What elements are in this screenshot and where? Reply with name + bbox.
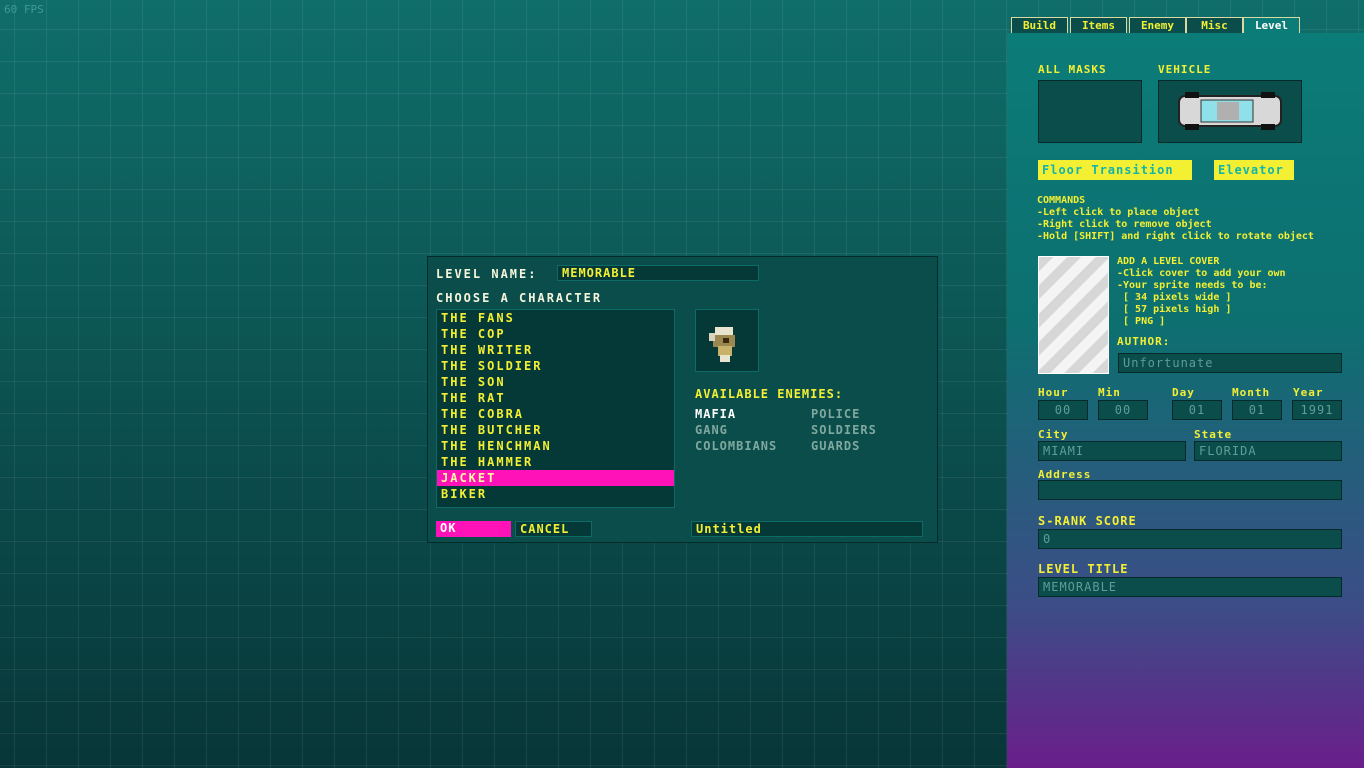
srank-score-input[interactable]: 0: [1038, 529, 1342, 549]
character-item-jacket[interactable]: JACKET: [437, 470, 674, 486]
day-label: Day: [1172, 386, 1195, 399]
character-item-cobra[interactable]: THE COBRA: [437, 406, 674, 422]
enemy-gang: GANG: [695, 423, 728, 437]
tab-items[interactable]: Items: [1070, 17, 1127, 33]
vehicle-box[interactable]: [1158, 80, 1302, 143]
cover-line-5: [ PNG ]: [1117, 316, 1166, 327]
cancel-button[interactable]: CANCEL: [515, 521, 592, 537]
all-masks-label: ALL MASKS: [1038, 63, 1107, 76]
character-list[interactable]: THE FANS THE COP THE WRITER THE SOLDIER …: [436, 309, 675, 508]
file-name-field[interactable]: Untitled: [691, 521, 923, 537]
character-portrait: [695, 309, 759, 372]
level-name-input[interactable]: MEMORABLE: [557, 265, 759, 281]
character-item-henchman[interactable]: THE HENCHMAN: [437, 438, 674, 454]
commands-title: COMMANDS: [1037, 195, 1086, 206]
author-input[interactable]: Unfortunate: [1118, 353, 1342, 373]
jacket-sprite-icon: [709, 327, 735, 362]
cover-title: ADD A LEVEL COVER: [1117, 256, 1220, 267]
month-label: Month: [1232, 386, 1271, 399]
command-line-2: -Right click to remove object: [1037, 219, 1212, 230]
year-input[interactable]: 1991: [1292, 400, 1342, 420]
command-line-1: -Left click to place object: [1037, 207, 1200, 218]
character-item-biker[interactable]: BIKER: [437, 486, 674, 502]
tab-enemy[interactable]: Enemy: [1129, 17, 1186, 33]
fps-counter: 60 FPS: [4, 3, 44, 16]
min-input[interactable]: 00: [1098, 400, 1148, 420]
character-item-writer[interactable]: THE WRITER: [437, 342, 674, 358]
level-cover-box[interactable]: [1038, 256, 1109, 374]
level-name-label: LEVEL NAME:: [436, 267, 538, 281]
character-item-fans[interactable]: THE FANS: [437, 310, 674, 326]
month-input[interactable]: 01: [1232, 400, 1282, 420]
day-input[interactable]: 01: [1172, 400, 1222, 420]
city-label: City: [1038, 428, 1069, 441]
level-settings-panel: ALL MASKS VEHICLE Floor Transition Eleva…: [1007, 33, 1364, 768]
character-item-rat[interactable]: THE RAT: [437, 390, 674, 406]
character-item-hammer[interactable]: THE HAMMER: [437, 454, 674, 470]
level-title-input[interactable]: MEMORABLE: [1038, 577, 1342, 597]
car-icon: [1178, 92, 1282, 130]
tab-build[interactable]: Build: [1011, 17, 1068, 33]
city-input[interactable]: MIAMI: [1038, 441, 1186, 461]
character-item-butcher[interactable]: THE BUTCHER: [437, 422, 674, 438]
state-input[interactable]: FLORIDA: [1194, 441, 1342, 461]
cover-line-4: [ 57 pixels high ]: [1117, 304, 1232, 315]
level-title-label: LEVEL TITLE: [1038, 562, 1129, 576]
enemy-colombians: COLOMBIANS: [695, 439, 778, 453]
all-masks-box[interactable]: [1038, 80, 1142, 143]
year-label: Year: [1293, 386, 1324, 399]
tab-misc[interactable]: Misc: [1186, 17, 1243, 33]
choose-character-dialog: LEVEL NAME: MEMORABLE CHOOSE A CHARACTER…: [427, 256, 938, 543]
enemy-guards: GUARDS: [811, 439, 861, 453]
enemy-soldiers: SOLDIERS: [811, 423, 877, 437]
enemy-mafia: MAFIA: [695, 407, 737, 421]
cover-line-1: -Click cover to add your own: [1117, 268, 1286, 279]
address-input[interactable]: [1038, 480, 1342, 500]
vehicle-label: VEHICLE: [1158, 63, 1212, 76]
hour-label: Hour: [1038, 386, 1069, 399]
srank-score-label: S-RANK SCORE: [1038, 514, 1137, 528]
cover-line-3: [ 34 pixels wide ]: [1117, 292, 1232, 303]
character-item-soldier[interactable]: THE SOLDIER: [437, 358, 674, 374]
elevator-button[interactable]: Elevator: [1214, 160, 1294, 180]
choose-character-label: CHOOSE A CHARACTER: [436, 291, 603, 305]
tab-level[interactable]: Level: [1243, 17, 1300, 33]
cover-line-2: -Your sprite needs to be:: [1117, 280, 1268, 291]
state-label: State: [1194, 428, 1233, 441]
min-label: Min: [1098, 386, 1121, 399]
enemy-police: POLICE: [811, 407, 861, 421]
author-label: AUTHOR:: [1117, 335, 1171, 348]
ok-button[interactable]: OK: [436, 521, 511, 537]
character-item-cop[interactable]: THE COP: [437, 326, 674, 342]
character-item-son[interactable]: THE SON: [437, 374, 674, 390]
command-line-3: -Hold [SHIFT] and right click to rotate …: [1037, 231, 1314, 242]
floor-transition-button[interactable]: Floor Transition: [1038, 160, 1192, 180]
hour-input[interactable]: 00: [1038, 400, 1088, 420]
available-enemies-label: AVAILABLE ENEMIES:: [695, 387, 844, 401]
